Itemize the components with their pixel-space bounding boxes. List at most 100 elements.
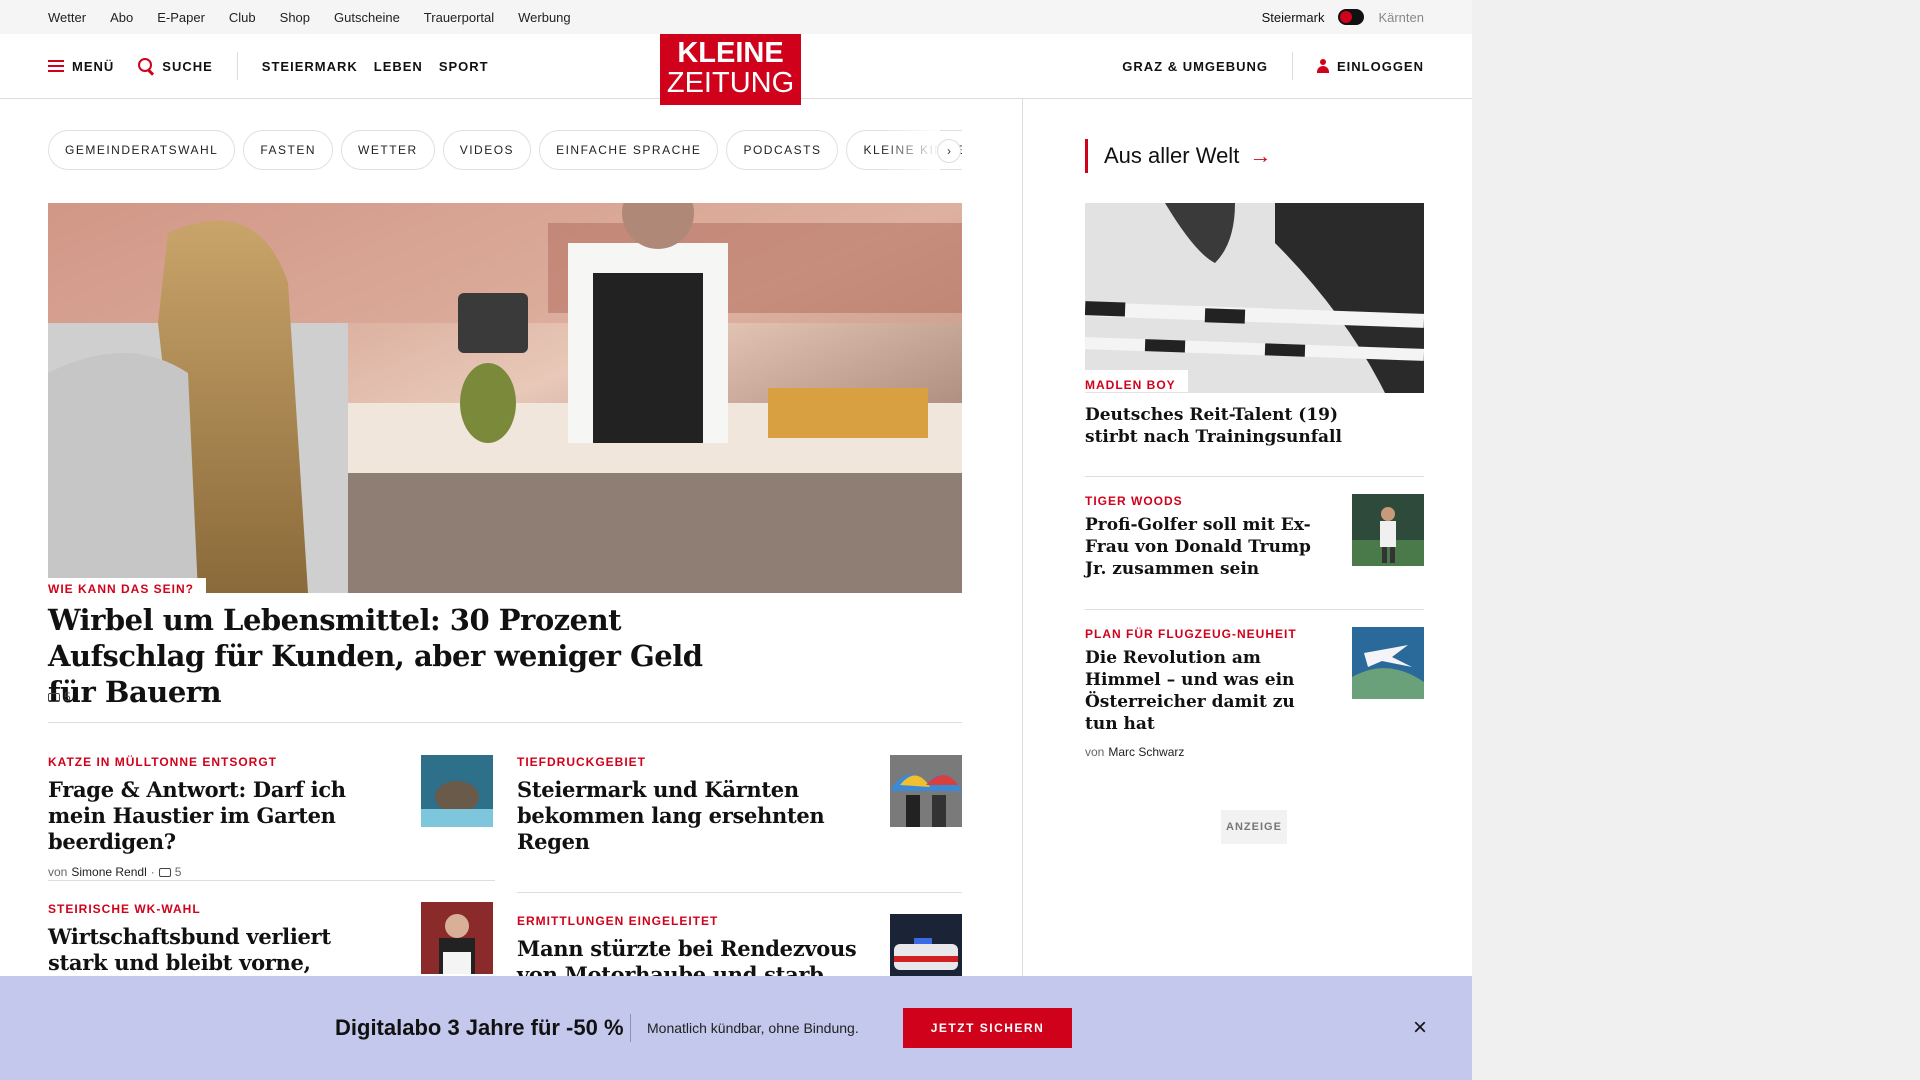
region-toggle[interactable] (1338, 9, 1365, 25)
hero-comment-count[interactable]: 5 (64, 690, 71, 704)
article-1[interactable]: KATZE IN MÜLLTONNE ENTSORGT Frage & Antw… (48, 755, 368, 879)
sidebar-item-3-thumbnail[interactable] (1352, 627, 1424, 699)
util-link-club[interactable]: Club (229, 10, 256, 25)
hero-title[interactable]: Wirbel um Lebensmittel: 30 Prozent Aufsc… (48, 602, 748, 710)
sidebar-item-1-kicker-box: MADLEN BOY (1085, 370, 1188, 392)
search-button[interactable]: SUCHE (138, 58, 213, 74)
sidebar-item-3[interactable]: PLAN FÜR FLUGZEUG-NEUHEIT Die Revolution… (1085, 627, 1325, 759)
util-link-epaper[interactable]: E-Paper (157, 10, 205, 25)
sidebar-item-2[interactable]: TIGER WOODS Profi-Golfer soll mit Ex-Fra… (1085, 494, 1315, 580)
article-2[interactable]: TIEFDRUCKGEBIET Steiermark und Kärnten b… (517, 755, 867, 855)
sidebar-lead-image[interactable] (1085, 203, 1424, 393)
chip-wetter[interactable]: WETTER (341, 130, 435, 170)
sidebar-item-byline: von Marc Schwarz (1085, 745, 1325, 759)
chip-fasten[interactable]: FASTEN (243, 130, 334, 170)
hero-divider (48, 722, 962, 723)
comment-icon (158, 867, 171, 877)
util-link-werbung[interactable]: Werbung (518, 10, 571, 25)
util-link-wetter[interactable]: Wetter (48, 10, 86, 25)
chip-videos[interactable]: VIDEOS (442, 130, 532, 170)
article-comment-count[interactable]: 5 (175, 865, 182, 879)
comment-icon (48, 692, 60, 702)
article-3-thumbnail[interactable] (421, 902, 493, 974)
utility-bar: Wetter Abo E-Paper Club Shop Gutscheine … (0, 0, 1472, 34)
sidebar-divider-2 (1085, 609, 1424, 610)
promo-subtitle: Monatlich kündbar, ohne Bindung. (647, 1020, 859, 1036)
region-steiermark[interactable]: Steiermark (1262, 10, 1325, 25)
sidebar-item-kicker: PLAN FÜR FLUGZEUG-NEUHEIT (1085, 627, 1297, 641)
aircraft-photo (1352, 627, 1424, 699)
sidebar-divider-1 (1085, 476, 1424, 477)
main-nav: MENÜ SUCHE STEIERMARK LEBEN SPORT KLEINE… (0, 34, 1472, 105)
article-2-thumbnail[interactable] (890, 755, 962, 827)
section-title: Aus aller Welt (1104, 143, 1240, 168)
arrow-right-icon: → (1249, 143, 1272, 168)
util-link-shop[interactable]: Shop (280, 10, 310, 25)
chip-einfache-sprache[interactable]: EINFACHE SPRACHE (539, 130, 719, 170)
nav-divider (236, 52, 238, 80)
site-logo[interactable]: KLEINE ZEITUNG (660, 34, 801, 105)
nav-left: MENÜ SUCHE STEIERMARK LEBEN SPORT (48, 34, 489, 98)
hamburger-icon (48, 60, 64, 72)
section-header-aus-aller-welt[interactable]: Aus aller Welt → (1085, 139, 1271, 173)
region-kaernten[interactable]: Kärnten (1378, 10, 1424, 25)
hero-meta: 5 (48, 690, 71, 704)
article-1-thumbnail[interactable] (421, 755, 493, 827)
chip-gemeinderatswahl[interactable]: GEMEINDERATSWAHL (48, 130, 236, 170)
article-kicker: STEIRISCHE WK-WAHL (48, 902, 201, 916)
menu-label: MENÜ (72, 58, 115, 74)
logo-line1: KLEINE (677, 37, 784, 69)
chip-podcasts[interactable]: PODCASTS (726, 130, 839, 170)
sidebar-item-title[interactable]: Die Revolution am Himmel – und was ein Ö… (1085, 647, 1325, 735)
login-button[interactable]: EINLOGGEN (1316, 58, 1424, 74)
sidebar-item-2-thumbnail[interactable] (1352, 494, 1424, 566)
article-title[interactable]: Frage & Antwort: Darf ich mein Haustier … (48, 777, 368, 855)
byline-author[interactable]: Marc Schwarz (1108, 745, 1184, 759)
article-byline: von Simone Rendl · 5 (48, 865, 368, 879)
ad-label: ANZEIGE (1221, 810, 1287, 844)
search-icon (138, 58, 154, 74)
article-3[interactable]: STEIRISCHE WK-WAHL Wirtschaftsbund verli… (48, 902, 368, 976)
promo-banner: Digitalabo 3 Jahre für -50 % Monatlich k… (0, 976, 1472, 1080)
chip-fade (880, 130, 940, 170)
promo-cta-button[interactable]: JETZT SICHERN (903, 1008, 1072, 1048)
nav-section-sport[interactable]: SPORT (439, 59, 489, 74)
close-icon[interactable]: × (1408, 1016, 1432, 1040)
sidebar-item-title[interactable]: Profi-Golfer soll mit Ex-Frau von Donald… (1085, 514, 1315, 580)
login-label: EINLOGGEN (1336, 58, 1424, 74)
byline-prefix: von (48, 865, 68, 879)
speaker-photo (421, 902, 493, 974)
util-link-gutscheine[interactable]: Gutscheine (334, 10, 400, 25)
byline-author[interactable]: Simone Rendl (71, 865, 146, 879)
search-label: SUCHE (162, 58, 213, 74)
hero-photo (48, 203, 962, 593)
article-kicker: TIEFDRUCKGEBIET (517, 755, 646, 769)
article-title[interactable]: Steiermark und Kärnten bekommen lang ers… (517, 777, 867, 855)
page: Wetter Abo E-Paper Club Shop Gutscheine … (0, 0, 1472, 1080)
nav-right: GRAZ & UMGEBUNG EINLOGGEN (1122, 34, 1424, 98)
region-switch: Steiermark Kärnten (1262, 0, 1424, 34)
nav-section-steiermark[interactable]: STEIERMARK (262, 59, 358, 74)
user-icon (1316, 59, 1329, 73)
sidebar-item-title[interactable]: Deutsches Reit-Talent (19) stirbt nach T… (1085, 404, 1385, 448)
sidebar-item-kicker: TIGER WOODS (1085, 494, 1183, 508)
util-link-trauerportal[interactable]: Trauerportal (424, 10, 494, 25)
article-divider-right (517, 892, 962, 893)
promo-title: Digitalabo 3 Jahre für -50 % (335, 1015, 624, 1040)
article-title[interactable]: Wirtschaftsbund verliert stark und bleib… (48, 924, 368, 976)
byline-prefix: von (1085, 745, 1105, 759)
cat-photo (421, 755, 493, 827)
golfer-photo (1352, 494, 1424, 566)
menu-button[interactable]: MENÜ (48, 59, 114, 74)
utility-links: Wetter Abo E-Paper Club Shop Gutscheine … (48, 0, 571, 34)
sidebar-item-1[interactable]: Deutsches Reit-Talent (19) stirbt nach T… (1085, 404, 1385, 448)
column-divider (1022, 98, 1023, 978)
region-link[interactable]: GRAZ & UMGEBUNG (1122, 59, 1268, 74)
util-link-abo[interactable]: Abo (110, 10, 133, 25)
hero-image[interactable] (48, 203, 962, 593)
nav-section-leben[interactable]: LEBEN (374, 59, 423, 74)
byline-dot: · (150, 865, 155, 879)
chips-next-button[interactable]: › (937, 139, 961, 163)
hero-kicker: WIE KANN DAS SEIN? (48, 578, 207, 596)
sidebar-item-kicker: MADLEN BOY (1085, 378, 1176, 392)
